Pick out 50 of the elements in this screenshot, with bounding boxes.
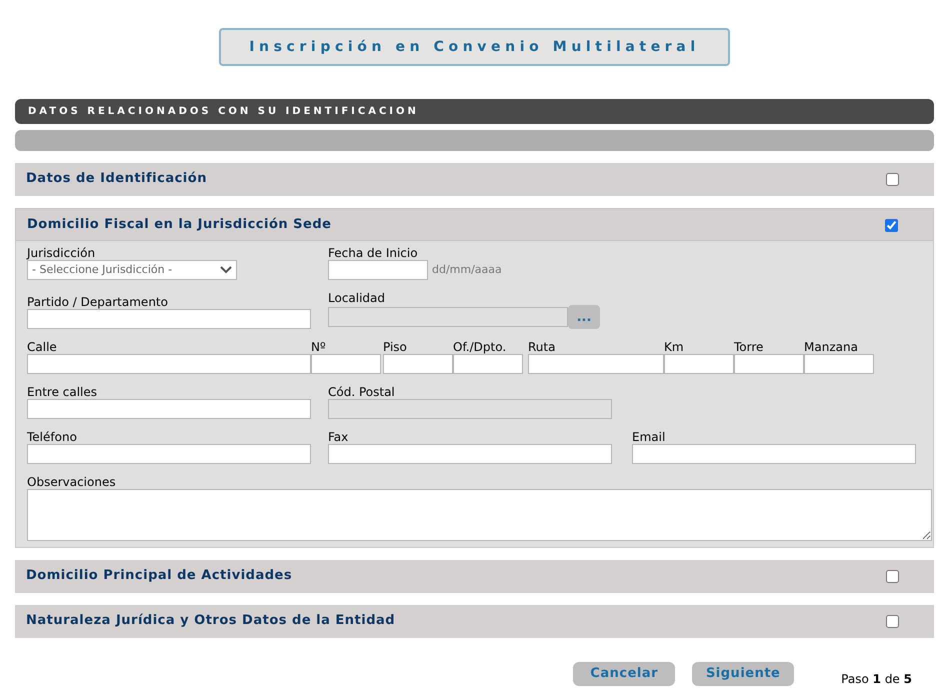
text-field[interactable] <box>664 354 734 374</box>
text-field[interactable] <box>328 444 612 464</box>
step-indicator: Paso 1 de 5 <box>841 671 912 688</box>
notes-field[interactable] <box>27 489 932 541</box>
section-checkbox[interactable] <box>885 219 898 232</box>
chevron-down-icon <box>220 266 232 274</box>
field-label: Ruta <box>528 340 556 354</box>
lookup-button[interactable]: ... <box>568 305 600 329</box>
field-label: Email <box>632 430 666 444</box>
field-label: Entre calles <box>27 385 98 399</box>
text-field[interactable] <box>383 354 453 374</box>
section-banner: DATOS RELACIONADOS CON SU IDENTIFICACION <box>15 99 934 124</box>
field-label: Of./Dpto. <box>453 340 508 354</box>
text-field[interactable] <box>27 399 311 419</box>
field-label: Localidad <box>328 291 386 305</box>
section-checkbox[interactable] <box>886 173 899 186</box>
next-button[interactable]: Siguiente <box>692 662 794 686</box>
text-field[interactable] <box>27 444 311 464</box>
field-label: Calle <box>27 340 58 354</box>
section-title: Domicilio Fiscal en la Jurisdicción Sede <box>27 216 332 234</box>
section-title: Domicilio Principal de Actividades <box>26 567 292 585</box>
field-label: Torre <box>734 340 764 354</box>
text-field[interactable] <box>632 444 916 464</box>
field-label: Partido / Departamento <box>27 295 169 309</box>
field-label: Km <box>664 340 685 354</box>
text-field[interactable] <box>734 354 804 374</box>
field-label: Nº <box>311 340 327 354</box>
text-field[interactable] <box>804 354 874 374</box>
text-field[interactable] <box>528 354 664 374</box>
page-title: Inscripción en Convenio Multilateral <box>219 28 730 66</box>
jurisdiction-select[interactable]: - Seleccione Jurisdicción - <box>27 260 237 280</box>
text-field[interactable] <box>27 354 311 374</box>
section-title: Naturaleza Jurídica y Otros Datos de la Entidad <box>26 612 396 630</box>
field-label: Observaciones <box>27 475 117 489</box>
date-field[interactable] <box>328 260 428 280</box>
field-label: Teléfono <box>27 430 78 444</box>
cancel-button[interactable]: Cancelar <box>573 662 676 686</box>
text-field[interactable] <box>311 354 381 374</box>
field-label: Fecha de Inicio <box>328 246 419 260</box>
field-label: Manzana <box>804 340 859 354</box>
field-label: Fax <box>328 430 350 444</box>
section-title: Datos de Identificación <box>26 170 207 188</box>
section-checkbox[interactable] <box>886 615 899 628</box>
text-field[interactable] <box>453 354 523 374</box>
field-label: Piso <box>383 340 408 354</box>
text-field[interactable] <box>27 309 311 329</box>
date-format-hint: dd/mm/aaaa <box>432 262 502 278</box>
field-label: Cód. Postal <box>328 385 396 399</box>
section-checkbox[interactable] <box>886 570 899 583</box>
field-label: Jurisdicción <box>27 246 96 260</box>
